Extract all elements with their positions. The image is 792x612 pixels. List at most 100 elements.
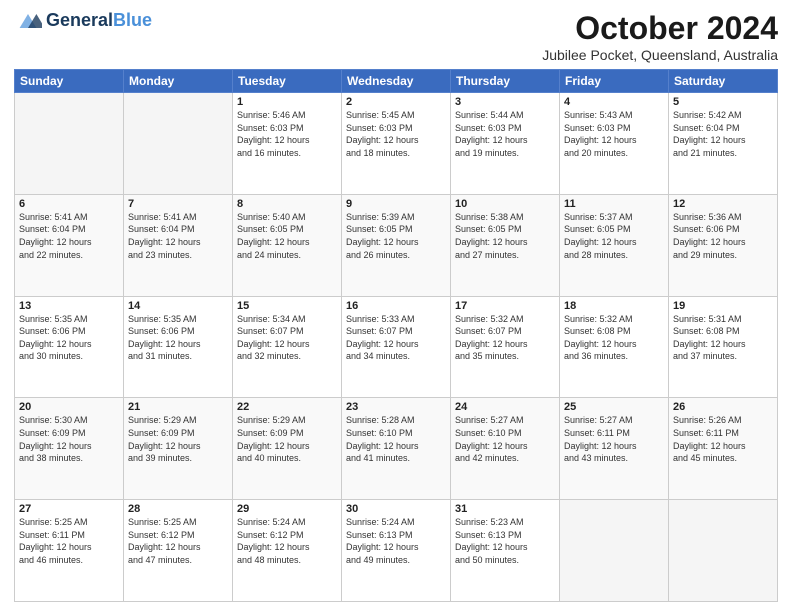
day-number: 7 [128, 198, 228, 210]
table-row: 8Sunrise: 5:40 AM Sunset: 6:05 PM Daylig… [233, 194, 342, 296]
table-row: 12Sunrise: 5:36 AM Sunset: 6:06 PM Dayli… [669, 194, 778, 296]
table-row: 30Sunrise: 5:24 AM Sunset: 6:13 PM Dayli… [342, 500, 451, 602]
table-row: 2Sunrise: 5:45 AM Sunset: 6:03 PM Daylig… [342, 93, 451, 195]
col-saturday: Saturday [669, 70, 778, 93]
table-row: 5Sunrise: 5:42 AM Sunset: 6:04 PM Daylig… [669, 93, 778, 195]
day-info: Sunrise: 5:41 AM Sunset: 6:04 PM Dayligh… [19, 211, 119, 261]
day-info: Sunrise: 5:23 AM Sunset: 6:13 PM Dayligh… [455, 516, 555, 566]
table-row: 29Sunrise: 5:24 AM Sunset: 6:12 PM Dayli… [233, 500, 342, 602]
calendar-table: Sunday Monday Tuesday Wednesday Thursday… [14, 69, 778, 602]
day-number: 8 [237, 198, 337, 210]
day-number: 9 [346, 198, 446, 210]
table-row: 18Sunrise: 5:32 AM Sunset: 6:08 PM Dayli… [560, 296, 669, 398]
page: GeneralBlue October 2024 Jubilee Pocket,… [0, 0, 792, 612]
day-info: Sunrise: 5:26 AM Sunset: 6:11 PM Dayligh… [673, 414, 773, 464]
day-info: Sunrise: 5:27 AM Sunset: 6:10 PM Dayligh… [455, 414, 555, 464]
table-row: 4Sunrise: 5:43 AM Sunset: 6:03 PM Daylig… [560, 93, 669, 195]
table-row: 24Sunrise: 5:27 AM Sunset: 6:10 PM Dayli… [451, 398, 560, 500]
day-info: Sunrise: 5:35 AM Sunset: 6:06 PM Dayligh… [128, 313, 228, 363]
table-row [124, 93, 233, 195]
day-number: 4 [564, 96, 664, 108]
day-number: 23 [346, 401, 446, 413]
table-row: 31Sunrise: 5:23 AM Sunset: 6:13 PM Dayli… [451, 500, 560, 602]
day-info: Sunrise: 5:27 AM Sunset: 6:11 PM Dayligh… [564, 414, 664, 464]
day-number: 16 [346, 300, 446, 312]
calendar-week-row: 13Sunrise: 5:35 AM Sunset: 6:06 PM Dayli… [15, 296, 778, 398]
table-row: 27Sunrise: 5:25 AM Sunset: 6:11 PM Dayli… [15, 500, 124, 602]
day-number: 10 [455, 198, 555, 210]
day-info: Sunrise: 5:41 AM Sunset: 6:04 PM Dayligh… [128, 211, 228, 261]
day-number: 24 [455, 401, 555, 413]
calendar-week-row: 1Sunrise: 5:46 AM Sunset: 6:03 PM Daylig… [15, 93, 778, 195]
day-info: Sunrise: 5:25 AM Sunset: 6:12 PM Dayligh… [128, 516, 228, 566]
table-row: 9Sunrise: 5:39 AM Sunset: 6:05 PM Daylig… [342, 194, 451, 296]
table-row: 3Sunrise: 5:44 AM Sunset: 6:03 PM Daylig… [451, 93, 560, 195]
table-row: 25Sunrise: 5:27 AM Sunset: 6:11 PM Dayli… [560, 398, 669, 500]
logo-text-general: General [46, 10, 113, 30]
table-row: 21Sunrise: 5:29 AM Sunset: 6:09 PM Dayli… [124, 398, 233, 500]
day-number: 13 [19, 300, 119, 312]
day-number: 2 [346, 96, 446, 108]
day-info: Sunrise: 5:44 AM Sunset: 6:03 PM Dayligh… [455, 109, 555, 159]
header: GeneralBlue October 2024 Jubilee Pocket,… [14, 10, 778, 63]
day-info: Sunrise: 5:24 AM Sunset: 6:12 PM Dayligh… [237, 516, 337, 566]
day-number: 18 [564, 300, 664, 312]
day-info: Sunrise: 5:36 AM Sunset: 6:06 PM Dayligh… [673, 211, 773, 261]
day-info: Sunrise: 5:24 AM Sunset: 6:13 PM Dayligh… [346, 516, 446, 566]
day-number: 14 [128, 300, 228, 312]
table-row: 26Sunrise: 5:26 AM Sunset: 6:11 PM Dayli… [669, 398, 778, 500]
col-monday: Monday [124, 70, 233, 93]
logo-text-blue: Blue [113, 10, 152, 30]
day-info: Sunrise: 5:38 AM Sunset: 6:05 PM Dayligh… [455, 211, 555, 261]
month-title: October 2024 [542, 10, 778, 47]
day-info: Sunrise: 5:34 AM Sunset: 6:07 PM Dayligh… [237, 313, 337, 363]
day-info: Sunrise: 5:29 AM Sunset: 6:09 PM Dayligh… [128, 414, 228, 464]
calendar-week-row: 27Sunrise: 5:25 AM Sunset: 6:11 PM Dayli… [15, 500, 778, 602]
col-sunday: Sunday [15, 70, 124, 93]
day-info: Sunrise: 5:32 AM Sunset: 6:07 PM Dayligh… [455, 313, 555, 363]
day-number: 25 [564, 401, 664, 413]
day-info: Sunrise: 5:40 AM Sunset: 6:05 PM Dayligh… [237, 211, 337, 261]
day-number: 27 [19, 503, 119, 515]
day-number: 15 [237, 300, 337, 312]
day-number: 17 [455, 300, 555, 312]
day-info: Sunrise: 5:25 AM Sunset: 6:11 PM Dayligh… [19, 516, 119, 566]
table-row: 14Sunrise: 5:35 AM Sunset: 6:06 PM Dayli… [124, 296, 233, 398]
day-info: Sunrise: 5:35 AM Sunset: 6:06 PM Dayligh… [19, 313, 119, 363]
calendar-week-row: 20Sunrise: 5:30 AM Sunset: 6:09 PM Dayli… [15, 398, 778, 500]
day-number: 6 [19, 198, 119, 210]
day-info: Sunrise: 5:32 AM Sunset: 6:08 PM Dayligh… [564, 313, 664, 363]
col-tuesday: Tuesday [233, 70, 342, 93]
table-row [669, 500, 778, 602]
calendar-header-row: Sunday Monday Tuesday Wednesday Thursday… [15, 70, 778, 93]
table-row [560, 500, 669, 602]
day-number: 28 [128, 503, 228, 515]
title-area: October 2024 Jubilee Pocket, Queensland,… [542, 10, 778, 63]
day-number: 31 [455, 503, 555, 515]
day-number: 19 [673, 300, 773, 312]
day-number: 30 [346, 503, 446, 515]
day-info: Sunrise: 5:31 AM Sunset: 6:08 PM Dayligh… [673, 313, 773, 363]
location: Jubilee Pocket, Queensland, Australia [542, 47, 778, 63]
day-number: 1 [237, 96, 337, 108]
day-number: 21 [128, 401, 228, 413]
table-row: 10Sunrise: 5:38 AM Sunset: 6:05 PM Dayli… [451, 194, 560, 296]
table-row: 7Sunrise: 5:41 AM Sunset: 6:04 PM Daylig… [124, 194, 233, 296]
calendar-week-row: 6Sunrise: 5:41 AM Sunset: 6:04 PM Daylig… [15, 194, 778, 296]
col-wednesday: Wednesday [342, 70, 451, 93]
day-number: 12 [673, 198, 773, 210]
day-number: 20 [19, 401, 119, 413]
day-info: Sunrise: 5:42 AM Sunset: 6:04 PM Dayligh… [673, 109, 773, 159]
day-number: 29 [237, 503, 337, 515]
table-row: 15Sunrise: 5:34 AM Sunset: 6:07 PM Dayli… [233, 296, 342, 398]
logo-icon [14, 11, 42, 31]
table-row: 6Sunrise: 5:41 AM Sunset: 6:04 PM Daylig… [15, 194, 124, 296]
table-row: 11Sunrise: 5:37 AM Sunset: 6:05 PM Dayli… [560, 194, 669, 296]
table-row: 13Sunrise: 5:35 AM Sunset: 6:06 PM Dayli… [15, 296, 124, 398]
day-info: Sunrise: 5:39 AM Sunset: 6:05 PM Dayligh… [346, 211, 446, 261]
day-info: Sunrise: 5:45 AM Sunset: 6:03 PM Dayligh… [346, 109, 446, 159]
day-info: Sunrise: 5:30 AM Sunset: 6:09 PM Dayligh… [19, 414, 119, 464]
col-thursday: Thursday [451, 70, 560, 93]
table-row: 28Sunrise: 5:25 AM Sunset: 6:12 PM Dayli… [124, 500, 233, 602]
day-number: 26 [673, 401, 773, 413]
